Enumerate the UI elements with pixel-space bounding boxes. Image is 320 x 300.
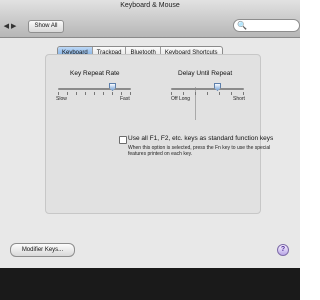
key-repeat-tick <box>85 92 86 95</box>
delay-until-repeat-label: Delay Until Repeat <box>178 70 233 77</box>
key-repeat-tick <box>103 92 104 95</box>
search-field[interactable]: 🔍 <box>233 19 300 32</box>
key-repeat-tick <box>76 92 77 95</box>
delay-repeat-slider-track[interactable] <box>171 88 244 90</box>
delay-repeat-tick <box>219 92 220 95</box>
key-repeat-slow-label: Slow <box>56 96 67 102</box>
modifier-keys-button[interactable]: Modifier Keys... <box>10 243 75 257</box>
key-repeat-tick <box>112 92 113 95</box>
key-repeat-slider-track[interactable] <box>58 88 131 90</box>
delay-repeat-tick <box>171 92 172 95</box>
key-repeat-rate-label: Key Repeat Rate <box>70 70 120 77</box>
back-forward-icon[interactable]: ◀ ▶ <box>0 20 20 31</box>
window-titlebar: Keyboard & Mouse ◀ ▶ Show All 🔍 <box>0 0 300 38</box>
delay-repeat-tick <box>195 92 196 95</box>
key-repeat-fast-label: Fast <box>120 96 130 102</box>
key-repeat-tick <box>94 92 95 95</box>
key-repeat-tick <box>130 92 131 95</box>
function-keys-checkbox[interactable] <box>119 136 127 144</box>
help-icon[interactable]: ? <box>277 244 289 256</box>
key-repeat-tick <box>67 92 68 95</box>
key-repeat-tick <box>121 92 122 95</box>
search-icon: 🔍 <box>237 21 247 30</box>
bottom-dark-area <box>0 268 300 300</box>
delay-short-label: Short <box>233 96 245 102</box>
window-title: Keyboard & Mouse <box>120 2 180 9</box>
delay-repeat-tick <box>243 92 244 95</box>
show-all-button[interactable]: Show All <box>28 20 64 33</box>
preferences-content: Keyboard Trackpad Bluetooth Keyboard Sho… <box>0 38 300 268</box>
function-keys-label: Use all F1, F2, etc. keys as standard fu… <box>128 135 274 142</box>
delay-repeat-tick <box>183 92 184 95</box>
delay-repeat-tick <box>231 92 232 95</box>
key-repeat-tick <box>58 92 59 95</box>
delay-off-long-label: Off Long <box>171 96 191 102</box>
function-keys-help-text: When this option is selected, press the … <box>128 145 271 157</box>
delay-repeat-tick <box>207 92 208 95</box>
keyboard-settings-pane: Key Repeat Rate Slow Fast Delay Until Re… <box>45 54 273 214</box>
